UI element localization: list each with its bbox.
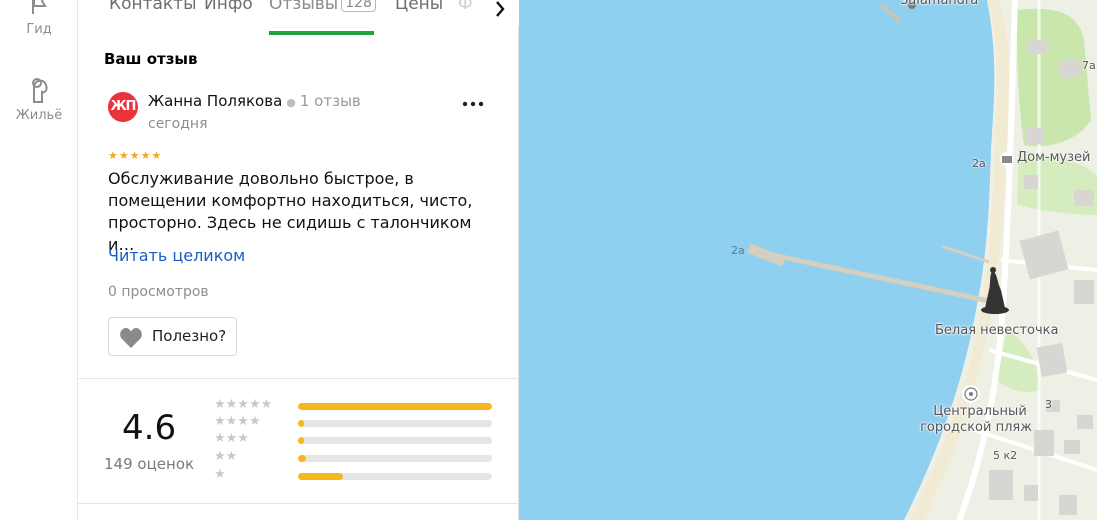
rail-housing-label: Жильё [15, 108, 63, 123]
review-author-name[interactable]: Жанна Полякова [148, 92, 282, 110]
map-label-pier-number: 2a [731, 244, 745, 257]
tab-contacts[interactable]: Контакты [109, 0, 197, 14]
rating-row-bar [298, 437, 492, 444]
your-review-heading: Ваш отзыв [104, 50, 198, 68]
rating-row-4: ★★★★ [214, 414, 494, 431]
museum-icon[interactable] [1000, 152, 1014, 166]
map-building [1074, 190, 1094, 206]
map-building [1024, 175, 1038, 189]
rating-row-bar [298, 403, 492, 410]
map-building [1034, 430, 1054, 456]
map-label-salamandra[interactable]: Salamandra [900, 0, 978, 8]
organization-panel: Контакты Инфо Отзывы 128 Цены Ф Ваш отзыв… [78, 0, 519, 520]
rating-row-stars: ★★★★★ [214, 397, 273, 412]
beach-umbrella-icon[interactable] [962, 385, 980, 403]
tabs-next-button[interactable] [482, 0, 519, 26]
tab-reviews-count: 128 [341, 0, 376, 12]
more-dots-icon [462, 101, 484, 107]
useful-button[interactable]: Полезно? [108, 317, 237, 356]
tab-prices[interactable]: Цены [395, 0, 443, 14]
rating-row-stars: ★★★★ [214, 414, 261, 429]
flag-icon [32, 0, 47, 14]
tab-info[interactable]: Инфо [204, 0, 253, 14]
rating-row-bar [298, 455, 492, 462]
map-building [1027, 40, 1047, 54]
rating-row-stars: ★★★ [214, 431, 249, 446]
side-rail: Гид Жильё [0, 0, 78, 520]
rating-row-fill [298, 455, 306, 462]
rating-row-fill [298, 437, 304, 444]
rail-guide-label: Гид [26, 22, 52, 37]
rating-row-stars: ★★ [214, 449, 238, 464]
map-label-central-beach-line1[interactable]: Центральный [925, 404, 1035, 419]
divider [78, 503, 519, 504]
rating-row-stars: ★ [214, 467, 226, 482]
map-building [1059, 495, 1077, 515]
rating-row-fill [298, 403, 492, 410]
tabs-bar: Контакты Инфо Отзывы 128 Цены Ф [78, 0, 519, 36]
map-building [1025, 128, 1043, 144]
map-building [1074, 280, 1094, 304]
map-building [989, 470, 1013, 500]
review-date: сегодня [148, 116, 208, 132]
rating-row-fill [298, 420, 304, 427]
map-label-house-number: 5 к2 [993, 449, 1018, 462]
average-rating: 4.6 [122, 408, 177, 448]
tab-photos[interactable]: Ф [458, 0, 473, 14]
avatar[interactable]: ЖП [108, 92, 138, 122]
review-author-line: Жанна Полякова ● 1 отзыв [148, 92, 361, 110]
rail-guide-button[interactable]: Гид [0, 0, 78, 37]
heart-icon [120, 328, 142, 348]
chevron-right-icon [495, 1, 505, 17]
read-more-link[interactable]: Читать целиком [108, 246, 245, 265]
map-label-belaya-nevestochka[interactable]: Белая невесточка [935, 323, 1058, 338]
review-rating-stars: ★★★★★ [108, 149, 163, 162]
map-label-central-beach-line2[interactable]: городской пляж [916, 420, 1036, 435]
map-building [1077, 415, 1093, 429]
map-view[interactable]: Salamandra Дом-музей Белая невесточка Це… [519, 0, 1097, 520]
rating-row-fill [298, 473, 343, 480]
map-canvas[interactable] [519, 0, 1097, 520]
map-building [1036, 342, 1068, 378]
rating-row-5: ★★★★★ [214, 397, 494, 414]
rating-row-3: ★★★ [214, 431, 494, 448]
map-label-house-number: 7a [1082, 59, 1096, 72]
review-views: 0 просмотров [108, 284, 209, 300]
map-label-dom-muzey[interactable]: Дом-музей [1017, 150, 1090, 165]
review-text: Обслуживание довольно быстрое, в помещен… [108, 169, 473, 254]
housing-icon [32, 78, 48, 103]
rating-row-bar [298, 420, 492, 427]
rating-row-2: ★★ [214, 449, 494, 466]
review-menu-button[interactable] [461, 94, 485, 114]
useful-button-label: Полезно? [152, 327, 227, 345]
map-building [1064, 440, 1080, 454]
tab-reviews-label: Отзывы [269, 0, 339, 14]
rating-row-bar [298, 473, 492, 480]
map-building [1024, 485, 1038, 501]
map-label-house-number: 3 [1045, 398, 1052, 411]
divider [78, 378, 519, 379]
ratings-count: 149 оценок [104, 455, 195, 473]
separator-dot: ● [286, 96, 296, 109]
review-author-count: 1 отзыв [299, 92, 361, 110]
active-tab-indicator [269, 31, 374, 35]
map-building [1059, 60, 1081, 78]
rating-row-1: ★ [214, 467, 494, 484]
map-label-house-number: 2a [972, 157, 986, 170]
tab-reviews[interactable]: Отзывы 128 [269, 0, 376, 14]
rail-housing-button[interactable]: Жильё [0, 74, 78, 123]
